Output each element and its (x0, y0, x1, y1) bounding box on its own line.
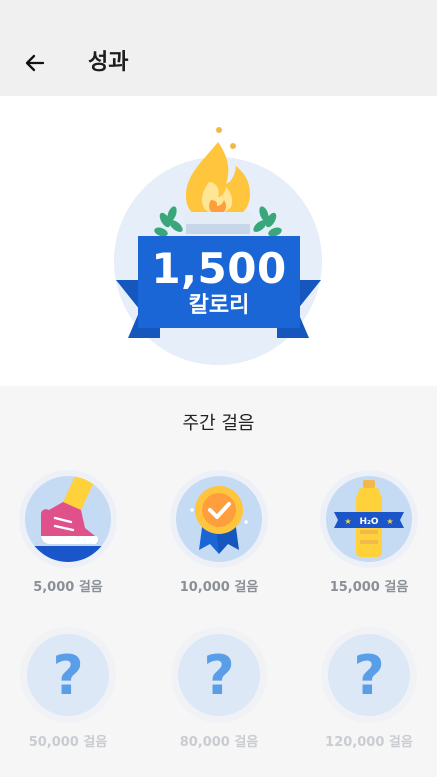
svg-text:★: ★ (344, 517, 351, 526)
page-title: 성과 (88, 50, 129, 75)
svg-text:H₂O: H₂O (359, 517, 378, 527)
svg-text:★: ★ (386, 517, 393, 526)
trophy-flame-badge-icon (114, 127, 322, 365)
sneaker-icon (19, 470, 117, 568)
weekly-steps-title: 주간 걸음 (182, 413, 255, 434)
badge-label: 120,000 걸음 (325, 735, 413, 750)
question-mark-icon: ? (328, 634, 410, 716)
badge-label: 15,000 걸음 (329, 580, 409, 595)
back-arrow-icon (25, 54, 45, 72)
calorie-unit: 칼로리 (188, 293, 250, 318)
app-header: 성과 (0, 0, 437, 96)
badge-120000-steps[interactable]: ? 120,000 걸음 (314, 627, 424, 750)
calorie-value: 1,500 (151, 244, 287, 293)
badge-label: 50,000 걸음 (28, 735, 108, 750)
badge-label: 5,000 걸음 (33, 580, 103, 595)
badge-label: 80,000 걸음 (179, 735, 259, 750)
badge-5000-steps[interactable]: 5,000 걸음 (13, 470, 123, 595)
badge-80000-steps[interactable]: ? 80,000 걸음 (164, 627, 274, 750)
locked-badge-circle: ? (171, 627, 267, 723)
locked-badge-circle: ? (321, 627, 417, 723)
medal-icon (170, 470, 268, 568)
badge-10000-steps[interactable]: 10,000 걸음 (164, 470, 274, 595)
badge-label: 10,000 걸음 (179, 580, 259, 595)
badge-15000-steps[interactable]: H₂O ★ ★ 15,000 걸음 (314, 470, 424, 595)
question-mark-icon: ? (27, 634, 109, 716)
question-mark-icon: ? (178, 634, 260, 716)
badge-50000-steps[interactable]: ? 50,000 걸음 (13, 627, 123, 750)
back-button[interactable] (18, 46, 52, 80)
locked-badge-circle: ? (20, 627, 116, 723)
water-bottle-icon: H₂O ★ ★ (320, 470, 418, 568)
calorie-achievement-hero: 1,500 칼로리 (0, 96, 437, 386)
